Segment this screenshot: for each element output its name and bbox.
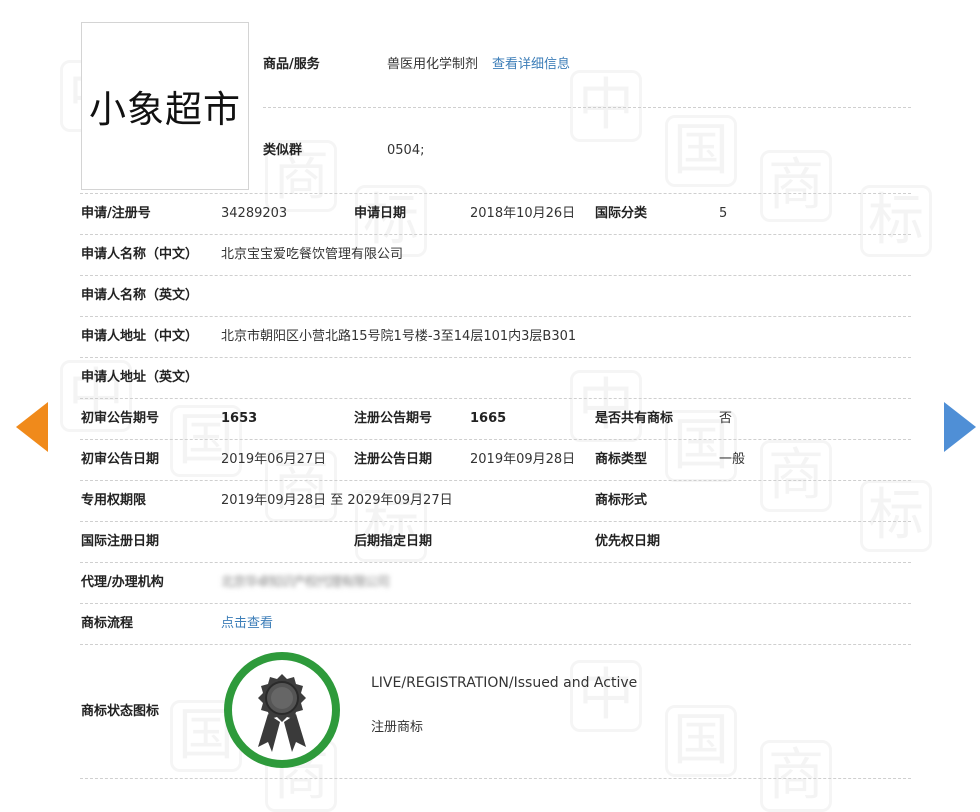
address-en-label: 申请人地址（英文）: [81, 370, 199, 385]
intl-class-value: 5: [719, 206, 728, 221]
similar-group-row: 类似群 0504;: [263, 108, 911, 193]
goods-value-wrap: 兽医用化学制剂 查看详细信息: [387, 22, 570, 107]
address-cn-value: 北京市朝阳区小营北路15号院1号楼-3至14层101内3层B301: [221, 329, 577, 344]
agent-value-blurred: 北京华卓知识产权代理有限公司: [221, 575, 390, 590]
agent-label: 代理/办理机构: [81, 575, 164, 590]
registered-badge-icon: [224, 652, 340, 768]
address-cn-label: 申请人地址（中文）: [81, 329, 199, 344]
applicant-cn-value: 北京宝宝爱吃餐饮管理有限公司: [221, 247, 404, 262]
announcement-no-row: 初审公告期号 1653 注册公告期号 1665 是否共有商标 否: [80, 399, 911, 440]
trademark-image: 小象超市: [81, 22, 249, 190]
prelim-date-value: 2019年06月27日: [221, 452, 327, 467]
dates-row: 国际注册日期 后期指定日期 优先权日期: [80, 522, 911, 563]
similar-group-value: 0504;: [387, 143, 425, 158]
reg-no-label: 申请/注册号: [81, 206, 151, 221]
goods-label: 商品/服务: [263, 57, 320, 72]
applicant-en-label: 申请人名称（英文）: [81, 288, 199, 303]
trademark-detail: 小象超市 商品/服务 兽医用化学制剂 查看详细信息 类似群 0504; 申请/注册…: [80, 0, 911, 779]
goods-value: 兽医用化学制剂: [387, 57, 479, 72]
exclusive-row: 专用权期限 2019年09月28日 至 2029年09月27日 商标形式: [80, 481, 911, 522]
applicant-en-row: 申请人名称（英文）: [80, 276, 911, 317]
view-detail-link[interactable]: 查看详细信息: [492, 57, 570, 72]
prelim-date-label: 初审公告日期: [81, 452, 160, 467]
tm-type-value: 一般: [719, 452, 746, 467]
status-cn-text: 注册商标: [371, 720, 424, 735]
tm-form-label: 商标形式: [595, 493, 648, 508]
status-en-text: LIVE/REGISTRATION/Issued and Active: [371, 675, 638, 691]
applicant-cn-row: 申请人名称（中文） 北京宝宝爱吃餐饮管理有限公司: [80, 235, 911, 276]
apply-date-value: 2018年10月26日: [470, 206, 576, 221]
intl-class-label: 国际分类: [595, 206, 648, 221]
status-label: 商标状态图标: [81, 704, 160, 719]
process-label: 商标流程: [81, 616, 134, 631]
reg-pub-date-label: 注册公告日期: [354, 452, 433, 467]
reg-pub-no-value: 1665: [470, 411, 507, 426]
announcement-date-row: 初审公告日期 2019年06月27日 注册公告日期 2019年09月28日 商标…: [80, 440, 911, 481]
trademark-header: 小象超市 商品/服务 兽医用化学制剂 查看详细信息 类似群 0504;: [80, 0, 911, 194]
similar-group-label: 类似群: [263, 143, 303, 158]
process-view-link[interactable]: 点击查看: [221, 604, 273, 644]
status-row: 商标状态图标 LIVE/REGISTRATION/Issued and Acti…: [80, 645, 911, 779]
process-row: 商标流程 点击查看: [80, 604, 911, 645]
agent-row: 代理/办理机构 北京华卓知识产权代理有限公司: [80, 563, 911, 604]
reg-row: 申请/注册号 34289203 申请日期 2018年10月26日 国际分类 5: [80, 194, 911, 235]
prelim-no-label: 初审公告期号: [81, 411, 160, 426]
reg-no-value: 34289203: [221, 206, 288, 221]
next-arrow-button[interactable]: [944, 402, 976, 452]
later-date-label: 后期指定日期: [354, 534, 433, 549]
tm-type-label: 商标类型: [595, 452, 648, 467]
reg-pub-date-value: 2019年09月28日: [470, 452, 576, 467]
apply-date-label: 申请日期: [354, 206, 407, 221]
address-en-row: 申请人地址（英文）: [80, 358, 911, 399]
prev-arrow-button[interactable]: [16, 402, 48, 452]
exclusive-period-value: 2019年09月28日 至 2029年09月27日: [221, 493, 453, 508]
applicant-cn-label: 申请人名称（中文）: [81, 247, 199, 262]
trademark-logo-text: 小象超市: [89, 88, 241, 131]
exclusive-period-label: 专用权期限: [81, 493, 147, 508]
shared-value: 否: [719, 411, 733, 426]
priority-date-label: 优先权日期: [595, 534, 661, 549]
address-cn-row: 申请人地址（中文） 北京市朝阳区小营北路15号院1号楼-3至14层101内3层B…: [80, 317, 911, 358]
reg-pub-no-label: 注册公告期号: [354, 411, 433, 426]
shared-label: 是否共有商标: [595, 411, 674, 426]
prelim-no-value: 1653: [221, 411, 258, 426]
intl-reg-date-label: 国际注册日期: [81, 534, 160, 549]
goods-row: 商品/服务 兽医用化学制剂 查看详细信息: [263, 22, 911, 108]
